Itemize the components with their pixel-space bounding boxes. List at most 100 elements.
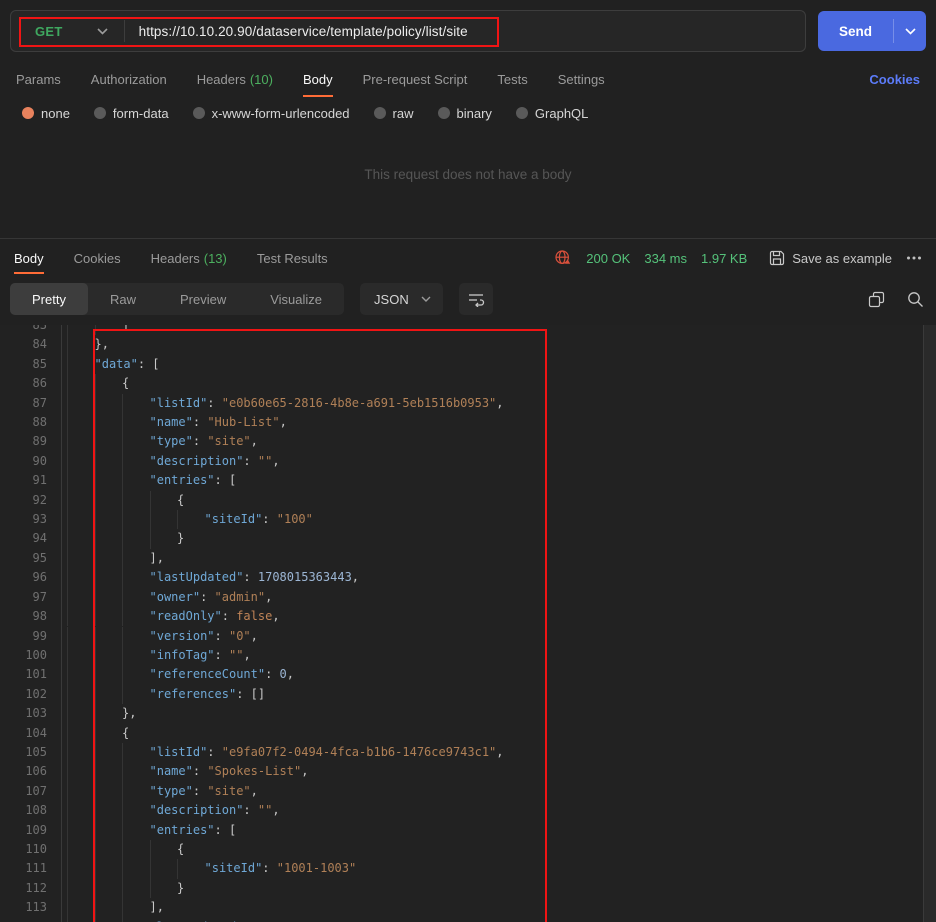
tab-authorization[interactable]: Authorization — [91, 58, 167, 100]
radio-dot-icon — [94, 107, 106, 119]
response-tab-cookies[interactable]: Cookies — [74, 239, 121, 277]
search-icon[interactable] — [907, 291, 924, 308]
indent-guide — [67, 859, 95, 878]
token: , — [496, 745, 503, 759]
token: }, — [122, 706, 136, 720]
radio-x-www-form-urlencoded[interactable]: x-www-form-urlencoded — [193, 106, 350, 121]
network-warning-icon[interactable] — [554, 249, 572, 267]
token: , — [272, 609, 279, 623]
code-text: "name": "Hub-List", — [62, 413, 287, 432]
token: { — [177, 493, 184, 507]
indent-guide — [95, 432, 123, 451]
indent-guide — [95, 413, 123, 432]
token: "entries" — [150, 823, 215, 837]
tab-tests[interactable]: Tests — [497, 58, 527, 100]
tab-headers[interactable]: Headers(10) — [197, 58, 273, 100]
token: , — [251, 784, 258, 798]
code-lines: 83]84},85"data": [86{87"listId": "e0b60e… — [0, 325, 936, 922]
token: : [ — [138, 357, 160, 371]
response-body-viewer[interactable]: 83]84},85"data": [86{87"listId": "e0b60e… — [0, 325, 936, 922]
indent-guide — [122, 762, 150, 781]
tab-label: Tests — [497, 72, 527, 87]
token: "lastUpdated" — [150, 570, 244, 584]
tab-body[interactable]: Body — [303, 58, 333, 100]
indent-guide — [67, 491, 95, 510]
code-line: 113], — [0, 898, 936, 917]
view-raw[interactable]: Raw — [88, 283, 158, 315]
code-line: 104{ — [0, 724, 936, 743]
response-tab-body[interactable]: Body — [14, 239, 44, 277]
token: : — [207, 396, 221, 410]
response-size[interactable]: 1.97 KB — [701, 251, 747, 266]
radio-binary[interactable]: binary — [438, 106, 492, 121]
response-time[interactable]: 334 ms — [644, 251, 687, 266]
url-input[interactable]: https://10.10.20.90/dataservice/template… — [139, 24, 468, 39]
token: "type" — [150, 434, 193, 448]
token: "listId" — [150, 745, 208, 759]
wrap-text-icon[interactable] — [459, 283, 493, 315]
token: "description" — [150, 454, 244, 468]
indent-guide — [95, 665, 123, 684]
code-line: 103}, — [0, 704, 936, 723]
status-code[interactable]: 200 OK — [586, 251, 630, 266]
line-number: 94 — [0, 529, 62, 548]
token: : — [243, 570, 257, 584]
token: "siteId" — [205, 861, 263, 875]
line-number: 95 — [0, 549, 62, 568]
tab-label: Authorization — [91, 72, 167, 87]
language-select[interactable]: JSON — [360, 283, 443, 315]
code-text: "version": "0", — [62, 627, 258, 646]
tab-params[interactable]: Params — [16, 58, 61, 100]
token: "siteId" — [205, 512, 263, 526]
chevron-down-icon[interactable] — [894, 28, 926, 35]
code-text: } — [62, 529, 184, 548]
tab-label: Headers — [197, 72, 246, 87]
radio-none[interactable]: none — [22, 106, 70, 121]
code-text: "entries": [ — [62, 821, 236, 840]
indent-guide — [95, 568, 123, 587]
indent-guide — [95, 821, 123, 840]
chevron-down-icon — [97, 28, 108, 35]
view-preview[interactable]: Preview — [158, 283, 248, 315]
response-tab-headers[interactable]: Headers(13) — [151, 239, 227, 277]
token: "name" — [150, 415, 193, 429]
scrollbar[interactable] — [923, 325, 936, 922]
tab-settings[interactable]: Settings — [558, 58, 605, 100]
code-text: "data": [ — [62, 355, 160, 374]
indent-guide — [67, 665, 95, 684]
method-selector[interactable]: GET — [11, 24, 124, 39]
code-line: 96"lastUpdated": 1708015363443, — [0, 568, 936, 587]
indent-guide — [67, 335, 95, 354]
save-as-example-button[interactable]: Save as example — [769, 250, 892, 266]
response-tab-test-results[interactable]: Test Results — [257, 239, 328, 277]
more-options-icon[interactable] — [906, 255, 922, 261]
code-text: "name": "Spokes-List", — [62, 762, 308, 781]
request-tabs: Params Authorization Headers(10) Body Pr… — [0, 58, 936, 100]
view-pretty[interactable]: Pretty — [10, 283, 88, 315]
copy-icon[interactable] — [868, 291, 885, 308]
token: "Spokes-List" — [207, 764, 301, 778]
token: "" — [258, 803, 272, 817]
token: , — [243, 648, 250, 662]
token: : [ — [215, 473, 237, 487]
token: "type" — [150, 784, 193, 798]
radio-graphql[interactable]: GraphQL — [516, 106, 588, 121]
tab-pre-request-script[interactable]: Pre-request Script — [363, 58, 468, 100]
radio-label: x-www-form-urlencoded — [212, 106, 350, 121]
line-number: 113 — [0, 898, 62, 917]
view-visualize[interactable]: Visualize — [248, 283, 344, 315]
token: : — [193, 784, 207, 798]
indent-guide — [67, 724, 95, 743]
send-button[interactable]: Send — [818, 11, 926, 51]
code-line: 111"siteId": "1001-1003" — [0, 859, 936, 878]
indent-guide — [67, 452, 95, 471]
indent-guide — [95, 491, 123, 510]
radio-form-data[interactable]: form-data — [94, 106, 169, 121]
token: : — [222, 609, 236, 623]
indent-guide — [122, 510, 150, 529]
token: "1001-1003" — [277, 861, 356, 875]
cookies-link[interactable]: Cookies — [869, 72, 920, 87]
radio-raw[interactable]: raw — [374, 106, 414, 121]
indent-guide — [122, 549, 150, 568]
token: "100" — [277, 512, 313, 526]
